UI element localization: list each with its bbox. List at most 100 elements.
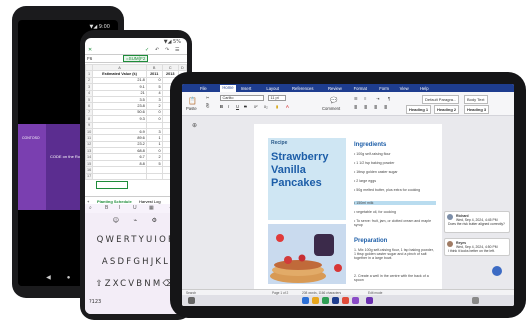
app-icon-1[interactable] (302, 297, 309, 304)
paste-button[interactable]: Paste (186, 106, 197, 111)
keyboard-letters[interactable]: ZXCVBNM (105, 279, 163, 289)
navigator-icon[interactable]: ⊕ (192, 122, 197, 129)
menu-icon[interactable]: ☰ (175, 47, 179, 53)
underline-icon[interactable]: U (133, 205, 137, 211)
menu-item-review[interactable]: Review (328, 86, 342, 91)
redo-icon[interactable]: ↷ (165, 47, 169, 53)
table-cell[interactable] (92, 172, 147, 181)
menu-item-file[interactable]: File (200, 86, 207, 91)
check-icon[interactable]: ✓ (145, 47, 149, 53)
style-heading-2[interactable]: Heading 2 (434, 105, 460, 114)
superscript-button[interactable]: x² (254, 104, 258, 109)
ingredient-item: • To serve: fruit, jam, or clotted cream… (354, 219, 432, 227)
close-icon[interactable]: ✕ (88, 47, 92, 53)
prep-step-1: 1. Mix 100g self-raising flour, 1 tsp ba… (354, 248, 434, 260)
ingredient-item: • 1tbsp golden caster sugar (354, 170, 398, 174)
menu-item-references[interactable]: References (292, 86, 313, 91)
style-body-text[interactable]: Body Text (464, 95, 488, 104)
indent-icon[interactable]: ⇥ (376, 96, 380, 101)
style-default-paragraph[interactable]: Default Paragra... (422, 95, 460, 104)
comment-card[interactable]: Richard Wed, Sep 4, 2024, 4:45 PM Does t… (444, 211, 510, 233)
ingredient-item: • 150ml milk (354, 201, 436, 205)
bold-icon[interactable]: B (105, 205, 108, 211)
style-heading-3[interactable]: Heading 3 (464, 105, 490, 114)
app-icon-3[interactable] (322, 297, 329, 304)
font-color-icon[interactable]: A (286, 104, 289, 109)
document-page[interactable]: Recipe Strawberry Vanilla Pancakes Ingre… (254, 124, 442, 302)
back-nav-icon[interactable]: ◀ (46, 274, 51, 281)
subscript-button[interactable]: x₂ (264, 104, 268, 109)
ingredient-item: • 1 1/2 tsp baking powder (354, 161, 395, 165)
pancake-photo (268, 224, 346, 284)
cut-icon[interactable]: ✂ (206, 95, 210, 100)
sheet-tab-planting[interactable]: Planting Schedule (97, 199, 132, 204)
app-icon-2[interactable] (312, 297, 319, 304)
menu-item-help[interactable]: Help (420, 86, 429, 91)
menu-item-insert[interactable]: Insert (241, 86, 251, 91)
menu-item-home[interactable]: Home (220, 85, 236, 92)
bullet-list-icon[interactable]: ☰ (354, 96, 358, 101)
app-icon-5[interactable] (342, 297, 349, 304)
underline-button[interactable]: U (236, 104, 239, 109)
align-right-icon[interactable]: ≣ (374, 105, 378, 110)
avatar (447, 241, 453, 247)
comment-icon[interactable]: 💬 (330, 97, 337, 104)
app-icon-6[interactable] (352, 297, 359, 304)
italic-button[interactable]: I (228, 104, 229, 109)
nav-icon[interactable] (472, 297, 479, 304)
cell-reference[interactable]: F6 (87, 56, 92, 61)
align-center-icon[interactable]: ≣ (364, 105, 368, 110)
front-phone-status: ▼◢ 5% (163, 39, 181, 45)
comment-text: Does the risk butter aligned correctly? (448, 222, 505, 226)
comment-button[interactable]: Comment (322, 106, 340, 111)
menu-item-view[interactable]: View (400, 86, 409, 91)
search-icon[interactable]: ⌕ (89, 205, 92, 211)
apps-icon[interactable] (188, 297, 195, 304)
font-size-select[interactable]: 11 pt (268, 95, 286, 101)
row-number[interactable]: 17 (85, 172, 94, 181)
app-icon-4[interactable] (332, 297, 339, 304)
pilcrow-icon[interactable]: ¶ (388, 96, 390, 101)
menu-item-layout[interactable]: Layout (266, 86, 279, 91)
numbered-list-icon[interactable]: ≡ (364, 96, 366, 101)
fill-icon[interactable]: ▦ (149, 205, 154, 211)
app-icon-7[interactable] (366, 297, 373, 304)
formula-input[interactable]: =SUM(F2 (123, 55, 149, 62)
marketing-scene: ▼◢ 9:00 CONTOSO CODE on the Rocks ◀●■ (0, 0, 530, 328)
sheet-tab-harvest[interactable]: Harvest Log (139, 199, 161, 204)
title-line-3: Pancakes (271, 177, 322, 189)
ingredient-item: • 50g melted butter, plus extra for cook… (354, 188, 421, 192)
justify-icon[interactable]: ≣ (384, 105, 388, 110)
undo-icon[interactable]: ↶ (155, 47, 159, 53)
slide-logo: CONTOSO (22, 136, 40, 140)
taskbar (182, 295, 514, 306)
ingredients-heading: Ingredients (354, 142, 387, 148)
home-nav-icon[interactable]: ● (67, 275, 71, 281)
menu-bar: File Home Insert Layout References Review Form… (182, 84, 514, 92)
table-cell[interactable] (145, 172, 163, 181)
title-line-1: Strawberry (271, 151, 329, 163)
bold-button[interactable]: B (220, 104, 223, 109)
ingredient-item: • vegetable oil, for cooking (354, 210, 397, 214)
highlight-icon[interactable]: ▮ (276, 104, 278, 109)
add-sheet-icon[interactable]: + (87, 199, 89, 204)
italic-icon[interactable]: I (119, 205, 120, 211)
ingredient-item: • 2 large eggs (354, 179, 377, 183)
menu-item-form[interactable]: Form (379, 86, 389, 91)
paste-icon[interactable]: 📋 (188, 97, 197, 105)
font-name-select[interactable]: Carlito (220, 95, 264, 101)
selected-cell[interactable] (96, 181, 128, 189)
menu-item-format[interactable]: Format (354, 86, 367, 91)
copy-icon[interactable]: ⎘ (206, 103, 209, 108)
preparation-heading: Preparation (354, 238, 388, 244)
formula-bar: F6 =SUM(F2 (85, 55, 187, 63)
strikethrough-button[interactable]: S (244, 104, 247, 109)
shift-key[interactable]: ⇧ (95, 279, 104, 289)
style-heading-1[interactable]: Heading 1 (406, 105, 432, 114)
tablet-screen: File Home Insert Layout References Review Form… (182, 84, 514, 306)
tablet-device: File Home Insert Layout References Review Form… (170, 72, 526, 318)
align-left-icon[interactable]: ≣ (354, 105, 358, 110)
collaborator-avatar[interactable] (492, 266, 502, 276)
ribbon-toolbar: 📋 Paste ✂ ⎘ Carlito 11 pt B I U S x² x₂ … (182, 92, 514, 116)
comment-card[interactable]: Reyes Wed, Sep 4, 2024, 4:50 PM I think … (444, 238, 510, 256)
